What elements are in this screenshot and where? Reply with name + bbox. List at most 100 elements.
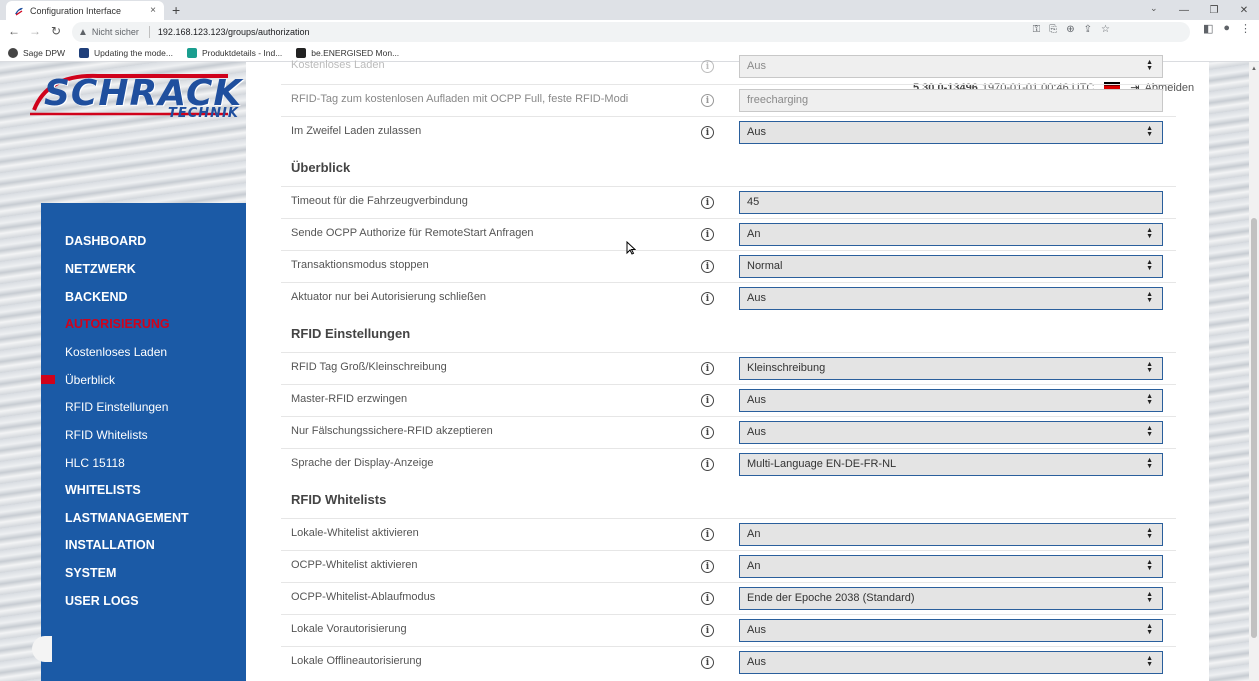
- im-zweifel-select[interactable]: Aus ▲ ▼: [739, 121, 1163, 144]
- select-caret-icon: ▲ ▼: [1146, 655, 1153, 668]
- rfid-tag-free-input[interactable]: freecharging: [739, 89, 1163, 112]
- bookmark-icon: [186, 47, 197, 58]
- info-icon[interactable]: i: [701, 292, 714, 305]
- sidebar-item-user-logs[interactable]: USER LOGS: [65, 594, 139, 608]
- profile-icon[interactable]: ●: [1223, 22, 1230, 35]
- setting-row-offline: Lokale Offlineautorisierung i Aus ▲ ▼: [281, 646, 1176, 681]
- warning-icon[interactable]: ▲: [78, 27, 88, 38]
- tab-close-icon[interactable]: ×: [150, 5, 156, 16]
- kostenloses-laden-select[interactable]: Aus ▲ ▼: [739, 55, 1163, 78]
- ocpp-ablauf-select[interactable]: Ende der Epoche 2038 (Standard) ▲ ▼: [739, 587, 1163, 610]
- bookmark-item[interactable]: Sage DPW: [8, 47, 66, 58]
- setting-row-lokale-whitelist: Lokale-Whitelist aktivieren i An ▲ ▼: [281, 518, 1176, 550]
- ocpp-authorize-select[interactable]: An ▲ ▼: [739, 223, 1163, 246]
- vorautorisierung-select[interactable]: Aus ▲ ▼: [739, 619, 1163, 642]
- reload-icon[interactable]: ↻: [48, 23, 64, 39]
- sidebar-item-kostenloses-laden[interactable]: Kostenloses Laden: [65, 345, 167, 359]
- ocpp-whitelist-select[interactable]: An ▲ ▼: [739, 555, 1163, 578]
- info-icon[interactable]: i: [701, 126, 714, 139]
- master-rfid-select[interactable]: Aus ▲ ▼: [739, 389, 1163, 412]
- info-icon[interactable]: i: [701, 196, 714, 209]
- setting-label: OCPP-Whitelist-Ablaufmodus: [291, 591, 436, 603]
- sidebar-item-rfid-whitelists[interactable]: RFID Whitelists: [65, 428, 148, 442]
- sidebar-item-rfid-einstellungen[interactable]: RFID Einstellungen: [65, 400, 168, 414]
- setting-row-sprache: Sprache der Display-Anzeige i Multi-Lang…: [281, 448, 1176, 480]
- page-scrollbar[interactable]: ▲: [1249, 62, 1259, 681]
- info-icon[interactable]: i: [701, 94, 714, 107]
- translate-icon[interactable]: ⎘: [1049, 24, 1057, 35]
- lokale-whitelist-select[interactable]: An ▲ ▼: [739, 523, 1163, 546]
- offline-select[interactable]: Aus ▲ ▼: [739, 651, 1163, 674]
- share-icon[interactable]: ⇪: [1084, 24, 1092, 35]
- sidebar-item-backend[interactable]: BACKEND: [65, 290, 128, 304]
- select-caret-icon: ▲ ▼: [1146, 59, 1153, 72]
- bookmark-star-icon[interactable]: ☆: [1101, 24, 1110, 35]
- setting-row-master-rfid: Master-RFID erzwingen i Aus ▲ ▼: [281, 384, 1176, 416]
- faelschung-select[interactable]: Aus ▲ ▼: [739, 421, 1163, 444]
- sprache-select[interactable]: Multi-Language EN-DE-FR-NL ▲ ▼: [739, 453, 1163, 476]
- sidebar-item-whitelists[interactable]: WHITELISTS: [65, 483, 141, 497]
- sidebar-item-netzwerk[interactable]: NETZWERK: [65, 262, 136, 276]
- transaktionsmodus-select[interactable]: Normal ▲ ▼: [739, 255, 1163, 278]
- sidebar-item-ueberblick[interactable]: Überblick: [65, 373, 115, 387]
- info-icon[interactable]: i: [701, 394, 714, 407]
- new-tab-button[interactable]: +: [172, 1, 180, 19]
- forward-icon[interactable]: →: [27, 23, 43, 39]
- minimize-icon[interactable]: —: [1169, 0, 1199, 20]
- setting-label: Aktuator nur bei Autorisierung schließen: [291, 291, 487, 303]
- info-icon[interactable]: i: [701, 656, 714, 669]
- select-value: Kleinschreibung: [747, 362, 826, 374]
- info-icon[interactable]: i: [701, 458, 714, 471]
- bookmark-item[interactable]: Produktdetails - Ind...: [186, 47, 283, 58]
- browser-tab[interactable]: Configuration Interface ×: [6, 1, 164, 20]
- sidebar-item-system[interactable]: SYSTEM: [65, 566, 116, 580]
- sidebar-toggle-handle[interactable]: [32, 636, 52, 662]
- select-value: Multi-Language EN-DE-FR-NL: [747, 458, 897, 470]
- sidebar-item-installation[interactable]: INSTALLATION: [65, 538, 155, 552]
- zoom-icon[interactable]: ⊕: [1066, 24, 1074, 35]
- sidebar-item-lastmanagement[interactable]: LASTMANAGEMENT: [65, 511, 189, 525]
- timeout-input[interactable]: 45: [739, 191, 1163, 214]
- select-caret-icon: ▲ ▼: [1146, 623, 1153, 636]
- back-icon[interactable]: ←: [6, 23, 22, 39]
- schrack-logo[interactable]: SCHRACK TECHNIK: [28, 70, 241, 121]
- restore-icon[interactable]: ❐: [1199, 0, 1229, 20]
- info-icon[interactable]: i: [701, 624, 714, 637]
- menu-icon[interactable]: ⋮: [1240, 22, 1251, 35]
- tab-search-chevron-icon[interactable]: ⌄: [1150, 3, 1158, 14]
- sidebar-item-autorisierung[interactable]: AUTORISIERUNG: [65, 317, 170, 331]
- scrollbar-thumb[interactable]: [1251, 218, 1257, 638]
- info-icon[interactable]: i: [701, 228, 714, 241]
- side-panel-icon[interactable]: ◧: [1203, 22, 1213, 35]
- info-icon[interactable]: i: [701, 592, 714, 605]
- address-bar[interactable]: ▲ Nicht sicher 192.168.123.123/groups/au…: [72, 22, 1190, 42]
- rfid-case-select[interactable]: Kleinschreibung ▲ ▼: [739, 357, 1163, 380]
- url-text[interactable]: 192.168.123.123/groups/authorization: [158, 27, 310, 37]
- select-caret-icon: ▲ ▼: [1146, 291, 1153, 304]
- bookmark-label: Produktdetails - Ind...: [201, 47, 283, 58]
- aktuator-select[interactable]: Aus ▲ ▼: [739, 287, 1163, 310]
- info-icon[interactable]: i: [701, 60, 714, 73]
- info-icon[interactable]: i: [701, 362, 714, 375]
- info-icon[interactable]: i: [701, 426, 714, 439]
- setting-label: Sprache der Display-Anzeige: [291, 457, 434, 469]
- key-icon[interactable]: ⚿: [1033, 24, 1041, 35]
- setting-row-kostenloses-laden: Kostenloses Laden i Aus ▲ ▼: [281, 52, 1176, 84]
- select-caret-icon: ▲ ▼: [1146, 527, 1153, 540]
- info-icon[interactable]: i: [701, 528, 714, 541]
- sidebar-item-dashboard[interactable]: DASHBOARD: [65, 234, 146, 248]
- setting-row-rfid-case: RFID Tag Groß/Kleinschreibung i Kleinsch…: [281, 352, 1176, 384]
- info-icon[interactable]: i: [701, 260, 714, 273]
- info-icon[interactable]: i: [701, 560, 714, 573]
- setting-label: Timeout für die Fahrzeugverbindung: [291, 195, 468, 207]
- security-status[interactable]: Nicht sicher: [92, 27, 139, 37]
- bookmark-item[interactable]: Updating the mode...: [79, 47, 173, 58]
- setting-label: Transaktionsmodus stoppen: [291, 259, 429, 271]
- sidebar-item-hlc-15118[interactable]: HLC 15118: [65, 456, 125, 470]
- bookmark-label: Sage DPW: [23, 47, 66, 58]
- setting-label: Kostenloses Laden: [291, 59, 385, 71]
- scroll-up-icon[interactable]: ▲: [1251, 66, 1257, 72]
- select-value: An: [747, 560, 761, 572]
- close-window-icon[interactable]: ✕: [1229, 0, 1259, 20]
- setting-row-ocpp-whitelist: OCPP-Whitelist aktivieren i An ▲ ▼: [281, 550, 1176, 582]
